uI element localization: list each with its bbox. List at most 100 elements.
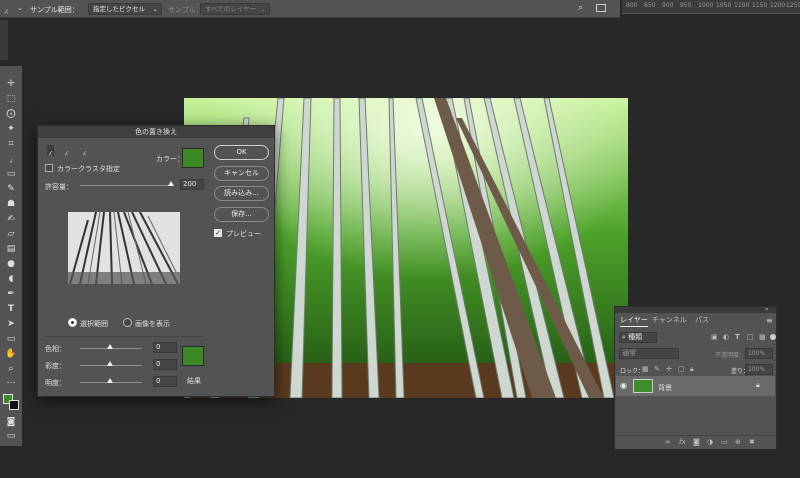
shape-icon[interactable]: ▭: [3, 333, 19, 345]
localized-clusters-label: カラークラスタ指定: [57, 165, 120, 173]
filter-type-icon[interactable]: T: [735, 333, 740, 341]
collapse-icon[interactable]: »: [765, 306, 769, 313]
quick-mask-icon[interactable]: ◙: [3, 416, 19, 428]
layer-row[interactable]: ◉ 背景 🔒︎: [616, 376, 775, 396]
move-icon[interactable]: ✛: [3, 78, 19, 90]
filter-adjust-icon[interactable]: ◐: [723, 333, 729, 341]
tools-panel: ✛ ⬚ ⨀ ✦ ⌗ ⁁ ▭ ✎ ☗ ✍ ▱ ▤ ● ◖ ✒ T ➤ ▭ ✋ ⌕ …: [0, 66, 22, 446]
crop-icon[interactable]: ⌗: [3, 138, 19, 150]
layer-style-icon[interactable]: fx: [679, 438, 686, 446]
layer-filter-select[interactable]: ⌕ 種類: [619, 332, 657, 343]
tab-channels[interactable]: チャンネル: [652, 314, 687, 326]
filter-shape-icon[interactable]: □: [747, 333, 754, 341]
preview-checkbox[interactable]: ✓: [214, 229, 222, 237]
fuzziness-slider-thumb[interactable]: [168, 181, 174, 186]
sample-size-select[interactable]: 指定したピクセル ⌄: [88, 3, 162, 15]
save-button[interactable]: 保存...: [214, 207, 269, 222]
lasso-icon[interactable]: ⨀: [3, 108, 19, 120]
blend-mode-select[interactable]: 通常: [619, 348, 679, 359]
lightness-label: 明度：: [45, 379, 66, 387]
saturation-slider-thumb[interactable]: [107, 361, 113, 366]
eyedropper-icon[interactable]: ⁁: [3, 153, 19, 165]
opacity-input[interactable]: 100%: [745, 348, 773, 359]
filter-smart-icon[interactable]: ▩: [759, 333, 766, 341]
sample-select[interactable]: すべてのレイヤー ⌄: [200, 3, 270, 15]
opacity-label: 不透明度：: [715, 352, 746, 359]
background-color-swatch[interactable]: [9, 400, 19, 410]
layer-name: 背景: [658, 384, 672, 392]
fuzziness-input[interactable]: 200: [180, 179, 204, 190]
radio-image[interactable]: [123, 318, 132, 327]
filter-pixel-icon[interactable]: ▣: [711, 333, 718, 341]
lock-transparent-icon[interactable]: ▦: [642, 365, 649, 373]
marquee-icon[interactable]: ⬚: [3, 93, 19, 105]
pen-icon[interactable]: ✒: [3, 288, 19, 300]
search-icon: ⌕: [622, 333, 626, 341]
tab-paths[interactable]: パス: [695, 314, 709, 326]
workspace-icon[interactable]: [596, 4, 606, 12]
color-label: カラー：: [156, 155, 184, 163]
delete-layer-icon[interactable]: ✖: [749, 438, 755, 446]
localized-clusters-checkbox[interactable]: [45, 164, 53, 172]
lock-label: ロック：: [620, 368, 645, 375]
zoom-icon[interactable]: ⌕: [3, 363, 19, 375]
tab-layers[interactable]: レイヤー: [620, 314, 648, 327]
selection-preview: [68, 212, 180, 284]
chevron-down-icon: ⌄: [260, 5, 266, 13]
load-button[interactable]: 読み込み...: [214, 186, 269, 201]
new-group-icon[interactable]: ▭: [721, 438, 728, 446]
eyedropper-minus-icon[interactable]: ⁁: [83, 145, 86, 156]
options-bar: ⁁ ⌄ サンプル範囲： 指定したピクセル ⌄ サンプル： すべてのレイヤー ⌄ …: [0, 0, 620, 18]
eyedropper-icon[interactable]: ⁁: [5, 3, 8, 14]
healing-icon[interactable]: ▭: [3, 168, 19, 180]
gradient-icon[interactable]: ▤: [3, 243, 19, 255]
panel-header-bar: [615, 307, 776, 313]
lock-all-icon[interactable]: 🔒︎: [690, 365, 694, 374]
lightness-input[interactable]: 0: [153, 376, 177, 387]
type-icon[interactable]: T: [3, 303, 19, 315]
layer-mask-icon[interactable]: ◙: [693, 438, 700, 446]
toolbar-collapse-strip[interactable]: [0, 20, 8, 60]
link-layers-icon[interactable]: ∞: [665, 438, 671, 446]
saturation-input[interactable]: 0: [153, 359, 177, 370]
screen-mode-icon[interactable]: ▭: [3, 430, 19, 442]
adjustment-layer-icon[interactable]: ◑: [707, 438, 713, 446]
chevron-down-icon[interactable]: ⌄: [17, 4, 23, 12]
saturation-label: 彩度：: [45, 362, 66, 370]
lock-position-icon[interactable]: ✛: [666, 365, 672, 373]
eyedropper-plus-icon[interactable]: ⁁: [65, 145, 68, 156]
panel-menu-icon[interactable]: ≡: [766, 316, 773, 325]
quick-select-icon[interactable]: ✦: [3, 123, 19, 135]
sample-size-label: サンプル範囲：: [30, 6, 79, 14]
eyedropper-icon[interactable]: ⁁: [47, 145, 54, 156]
ruler-tick: 950: [680, 2, 692, 9]
history-brush-icon[interactable]: ✍: [3, 213, 19, 225]
dodge-icon[interactable]: ◖: [3, 273, 19, 285]
hue-input[interactable]: 0: [153, 342, 177, 353]
hue-slider-thumb[interactable]: [107, 344, 113, 349]
eraser-icon[interactable]: ▱: [3, 228, 19, 240]
blur-icon[interactable]: ●: [3, 258, 19, 270]
ruler-tick: 1250: [786, 2, 800, 9]
search-icon[interactable]: ⌕: [578, 3, 583, 13]
cancel-button[interactable]: キャンセル: [214, 166, 269, 181]
result-swatch[interactable]: [182, 346, 204, 366]
more-tools-icon[interactable]: …: [3, 375, 19, 387]
fill-input[interactable]: 100%: [745, 364, 773, 375]
sample-label: サンプル：: [168, 6, 203, 14]
path-select-icon[interactable]: ➤: [3, 318, 19, 330]
lightness-slider-thumb[interactable]: [107, 378, 113, 383]
brush-icon[interactable]: ✎: [3, 183, 19, 195]
lock-artboard-icon[interactable]: ▢: [678, 365, 685, 373]
ruler-tick: 1200: [770, 2, 786, 9]
visibility-eye-icon[interactable]: ◉: [620, 381, 627, 390]
ok-button[interactable]: OK: [214, 145, 269, 160]
radio-selection[interactable]: [68, 318, 77, 327]
lock-image-icon[interactable]: ✎: [654, 365, 660, 373]
fuzziness-slider[interactable]: [80, 185, 172, 186]
filter-toggle[interactable]: [770, 334, 776, 340]
hand-icon[interactable]: ✋: [3, 348, 19, 360]
stamp-icon[interactable]: ☗: [3, 198, 19, 210]
new-layer-icon[interactable]: ⊕: [735, 438, 741, 446]
color-swatch[interactable]: [182, 148, 204, 168]
